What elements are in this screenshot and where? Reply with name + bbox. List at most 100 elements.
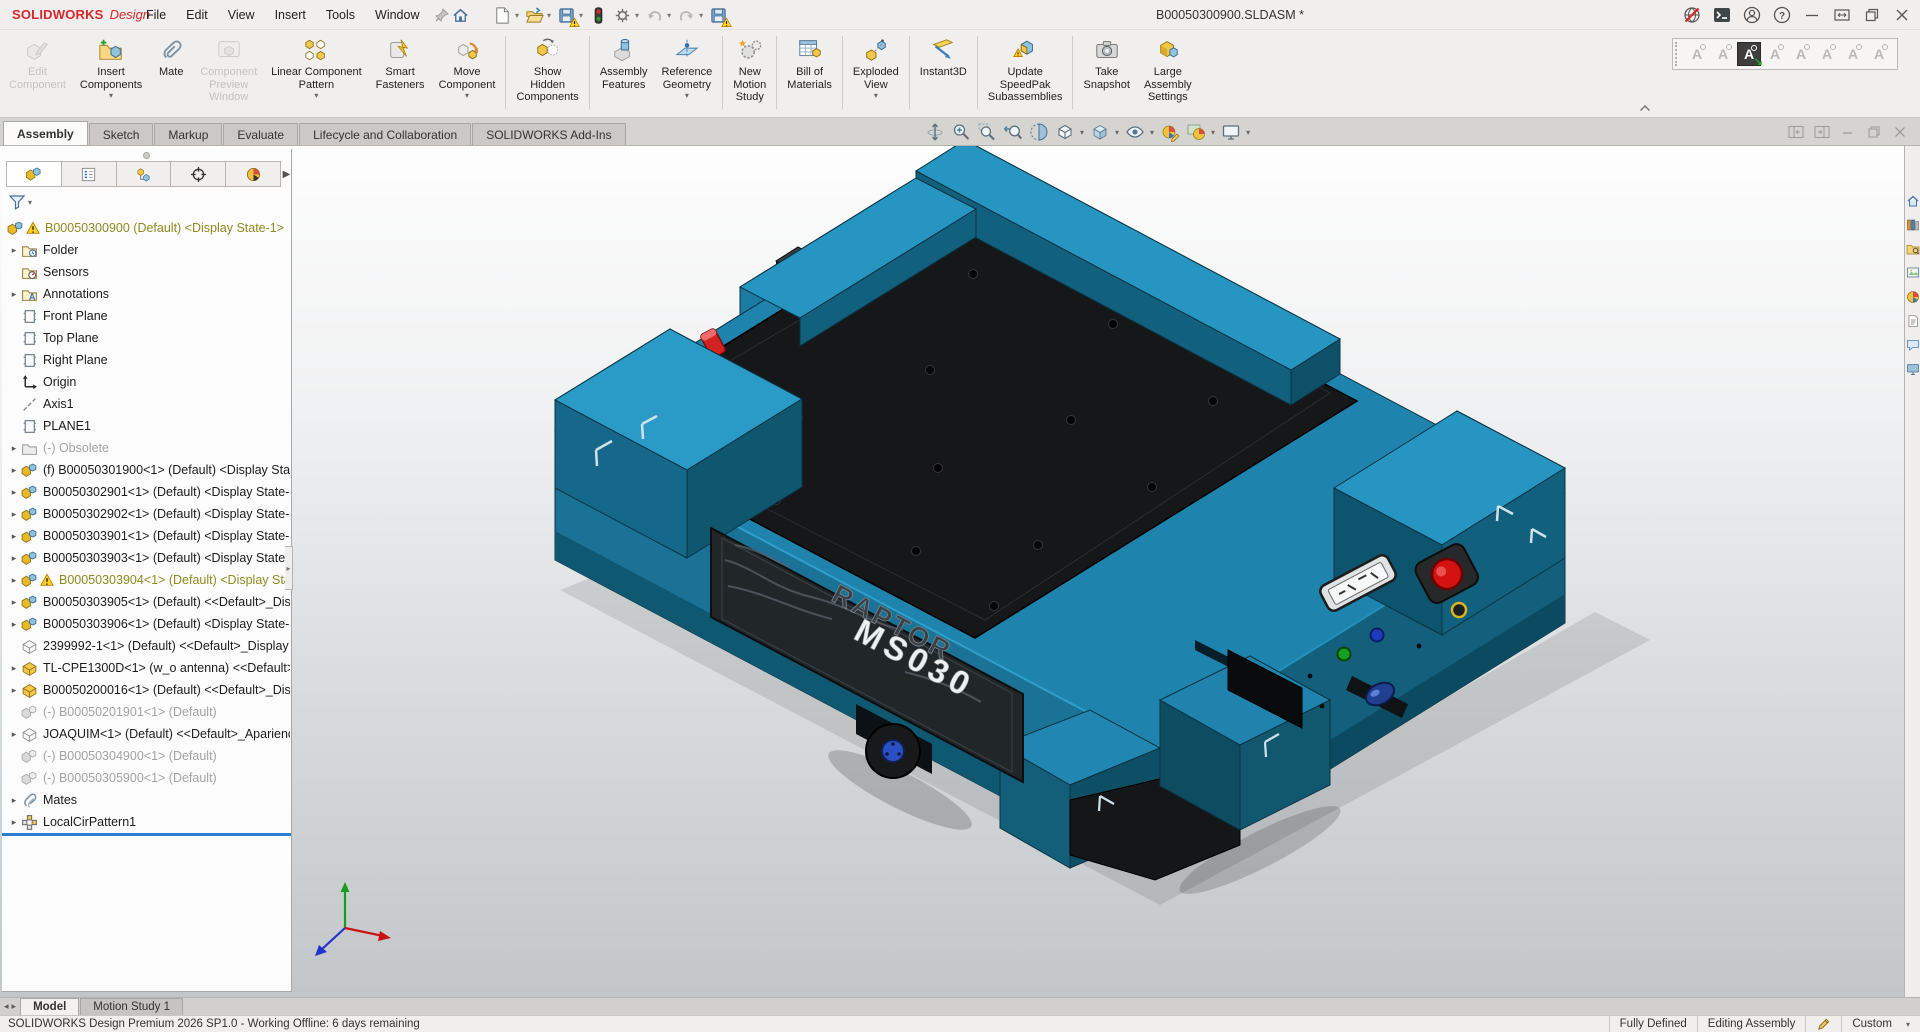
view-settings-dropdown-icon[interactable]: ▾	[1244, 128, 1252, 137]
tree-item[interactable]: ▸ JOAQUIM<1> (Default) <<Default>_Aparie…	[2, 723, 290, 745]
taskpane-design-library-icon[interactable]	[1906, 218, 1920, 232]
command-prompt-icon[interactable]	[1708, 2, 1736, 28]
expand-arrow-icon[interactable]: ▸	[7, 795, 21, 806]
ribbon-mate-button[interactable]: Mate	[149, 32, 193, 113]
dropdown-arrow-icon[interactable]: ▾	[109, 92, 113, 100]
tree-item[interactable]: (-) B00050201901<1> (Default)	[2, 701, 290, 723]
minimize-button[interactable]	[1798, 2, 1826, 28]
filter-funnel-icon[interactable]	[8, 193, 26, 211]
taskpane-resources-icon[interactable]	[1906, 194, 1920, 208]
menu-window[interactable]: Window	[365, 3, 429, 27]
section-view-button[interactable]	[1026, 120, 1051, 145]
expand-arrow-icon[interactable]: ▸	[7, 685, 21, 696]
tree-item[interactable]: ▸ B00050302902<1> (Default) <Display Sta…	[2, 503, 290, 525]
ribbon-large-assembly-button[interactable]: LargeAssemblySettings	[1137, 32, 1199, 113]
tree-item[interactable]: ▸ B00050200016<1> (Default) <<Default>_D…	[2, 679, 290, 701]
taskpane-monitor-icon[interactable]	[1906, 362, 1920, 376]
doc-minimize-icon[interactable]	[1838, 122, 1858, 142]
tree-item[interactable]: Axis1	[2, 393, 290, 415]
tree-item[interactable]: ▸ (f) B00050301900<1> (Default) <Display…	[2, 459, 290, 481]
ribbon-linear-pattern-button[interactable]: Linear ComponentPattern ▾	[264, 32, 369, 113]
expand-arrow-icon[interactable]: ▸	[7, 575, 21, 586]
view-settings-button[interactable]	[1218, 120, 1243, 145]
tab-assembly[interactable]: Assembly	[3, 121, 88, 145]
span-displays-button[interactable]	[1828, 2, 1856, 28]
tree-item[interactable]: ▸ B00050303906<1> (Default) <Display Sta…	[2, 613, 290, 635]
ribbon-collapse-chevron[interactable]	[1634, 101, 1656, 115]
qat-save-button[interactable]	[554, 3, 578, 27]
display-style-dropdown-icon[interactable]: ▾	[1113, 128, 1121, 137]
help-icon[interactable]: ?	[1768, 2, 1796, 28]
dropdown-arrow-icon[interactable]: ▾	[465, 92, 469, 100]
qat-new-document-button[interactable]	[490, 3, 514, 27]
menu-file[interactable]: File	[136, 3, 176, 27]
tree-item[interactable]: Right Plane	[2, 349, 290, 371]
expand-arrow-icon[interactable]: ▸	[7, 289, 21, 300]
expand-arrow-icon[interactable]: ▸	[7, 597, 21, 608]
expand-arrow-icon[interactable]: ▸	[7, 509, 21, 520]
annotation-save-icon[interactable]: A	[1815, 42, 1839, 66]
expand-arrow-icon[interactable]: ▸	[7, 553, 21, 564]
taskpane-file-explorer-icon[interactable]	[1906, 242, 1920, 256]
tree-item[interactable]: ▸ B00050303905<1> (Default) <<Default>_D…	[2, 591, 290, 613]
tab-solidworks-add-ins[interactable]: SOLIDWORKS Add-Ins	[472, 123, 625, 145]
qat-save-all-button[interactable]	[706, 3, 730, 27]
qat-open-dropdown-icon[interactable]: ▾	[546, 11, 554, 20]
expand-arrow-icon[interactable]: ▸	[7, 663, 21, 674]
bottom-tab-motion-study-1[interactable]: Motion Study 1	[80, 998, 183, 1015]
tree-item[interactable]: ▸ LocalCirPattern1	[2, 811, 290, 833]
tree-item[interactable]: PLANE1	[2, 415, 290, 437]
expand-arrow-icon[interactable]: ▸	[7, 531, 21, 542]
menu-insert[interactable]: Insert	[265, 3, 316, 27]
dropdown-arrow-icon[interactable]: ▾	[874, 92, 878, 100]
ribbon-motion-study-button[interactable]: NewMotionStudy	[726, 32, 773, 113]
filter-dropdown[interactable]: ▾	[28, 198, 32, 207]
tab-scroll-left-icon[interactable]: ◂	[4, 1001, 9, 1012]
menu-tools[interactable]: Tools	[316, 3, 365, 27]
qat-redo-button[interactable]	[674, 3, 698, 27]
tree-item[interactable]: Sensors	[2, 261, 290, 283]
panel-flyout-handle[interactable]: ▸	[285, 546, 293, 590]
expand-arrow-icon[interactable]: ▸	[7, 245, 21, 256]
rollback-bar[interactable]	[2, 833, 291, 836]
tree-item[interactable]: ▸ Annotations	[2, 283, 290, 305]
annotation-edit-icon[interactable]: A	[1711, 42, 1735, 66]
tab-scroll-right-icon[interactable]: ▸	[12, 1001, 17, 1012]
pane-right-icon[interactable]	[1812, 122, 1832, 142]
annotation-new-icon[interactable]: A	[1685, 42, 1709, 66]
tree-item[interactable]: ▸ B00050303903<1> (Default) <Display Sta…	[2, 547, 290, 569]
tab-markup[interactable]: Markup	[154, 123, 222, 145]
hide-show-items-dropdown-icon[interactable]: ▾	[1148, 128, 1156, 137]
graphics-viewport[interactable]: RAPTOR MS030	[0, 146, 1904, 997]
ribbon-assembly-features-button[interactable]: AssemblyFeatures	[593, 32, 655, 113]
tree-item[interactable]: (-) B00050305900<1> (Default)	[2, 767, 290, 789]
tab-evaluate[interactable]: Evaluate	[223, 123, 298, 145]
view-orientation-dropdown-icon[interactable]: ▾	[1078, 128, 1086, 137]
panel-expand-chevron[interactable]: ▶	[281, 163, 292, 185]
expand-arrow-icon[interactable]: ▸	[7, 487, 21, 498]
expand-arrow-icon[interactable]: ▸	[7, 729, 21, 740]
ribbon-show-hidden-button[interactable]: ShowHiddenComponents	[509, 32, 585, 113]
tree-item[interactable]: ▸ B00050303904<1> (Default) <Display Sta…	[2, 569, 290, 591]
tree-item[interactable]: ▸ (-) Obsolete	[2, 437, 290, 459]
expand-arrow-icon[interactable]: ▸	[7, 619, 21, 630]
tree-item[interactable]: (-) B00050304900<1> (Default)	[2, 745, 290, 767]
qat-collaboration-status-button[interactable]	[586, 3, 610, 27]
ribbon-exploded-view-button[interactable]: ExplodedView ▾	[846, 32, 906, 113]
tree-item[interactable]: ▸ Mates	[2, 789, 290, 811]
annotation-region-icon[interactable]: A	[1841, 42, 1865, 66]
taskpane-custom-properties-icon[interactable]	[1906, 314, 1920, 328]
expand-arrow-icon[interactable]: ▸	[7, 443, 21, 454]
panel-tab-featuremanager[interactable]	[6, 161, 62, 187]
annotation-insert-icon[interactable]: A↘	[1737, 42, 1761, 66]
close-button[interactable]	[1888, 2, 1916, 28]
ribbon-edit-component-button[interactable]: EditComponent	[2, 32, 73, 113]
qat-undo-button[interactable]	[642, 3, 666, 27]
dropdown-arrow-icon[interactable]: ▾	[685, 92, 689, 100]
ribbon-smart-fasteners-button[interactable]: SmartFasteners	[369, 32, 432, 113]
ribbon-update-speedpak-button[interactable]: UpdateSpeedPakSubassemblies	[981, 32, 1070, 113]
qat-home-button[interactable]	[448, 3, 472, 27]
annotation-update-icon[interactable]: A	[1867, 42, 1891, 66]
account-icon[interactable]	[1738, 2, 1766, 28]
panel-tab-propertymanager[interactable]	[62, 161, 117, 187]
